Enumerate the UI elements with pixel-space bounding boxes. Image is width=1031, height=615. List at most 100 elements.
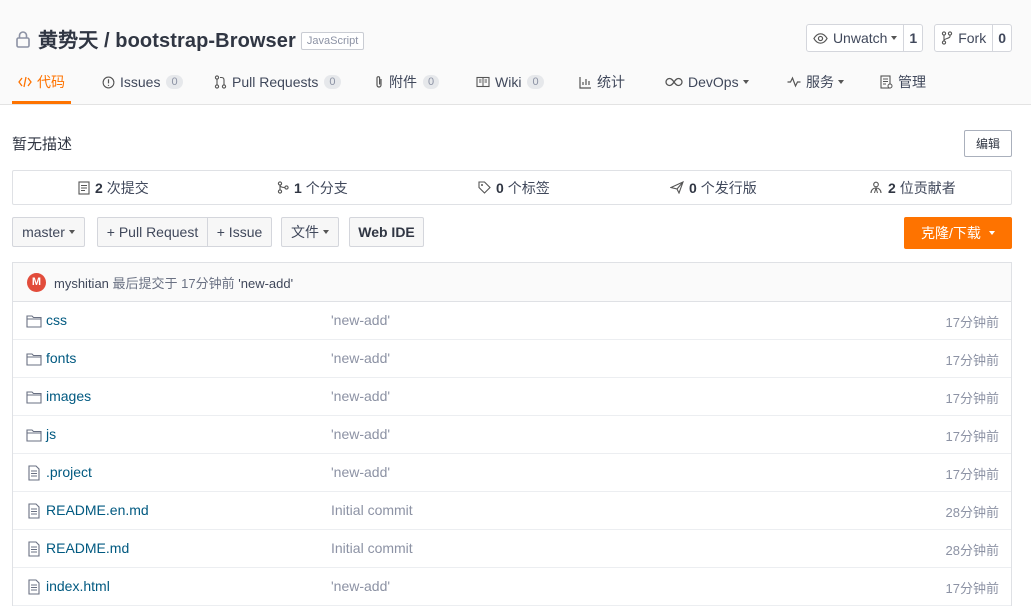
tab-attachments[interactable]: 附件 0 [374, 62, 440, 102]
tab-wiki-label: Wiki [495, 74, 522, 90]
fork-button[interactable]: Fork [935, 25, 992, 51]
file-name-link[interactable]: css [46, 312, 67, 328]
tab-stats[interactable]: 统计 [579, 62, 625, 102]
file-commit-message[interactable]: Initial commit [331, 540, 413, 556]
tab-code-label: 代码 [37, 73, 65, 90]
tab-attachments-label: 附件 [389, 74, 417, 90]
file-icon [26, 503, 42, 519]
file-name-link[interactable]: images [46, 388, 91, 404]
file-commit-message[interactable]: 'new-add' [331, 464, 390, 480]
tab-wiki[interactable]: Wiki 0 [476, 62, 544, 102]
releases-label: 个发行版 [700, 179, 757, 196]
tab-issues-label: Issues [120, 74, 161, 90]
file-commit-time: 28分钟前 [945, 505, 999, 520]
file-row[interactable]: images 'new-add' 17分钟前 [13, 378, 1011, 416]
tab-devops-label: DevOps [688, 74, 739, 90]
edit-button[interactable]: 编辑 [964, 130, 1012, 157]
file-commit-time: 28分钟前 [945, 543, 999, 558]
branch-select[interactable]: master [12, 217, 85, 247]
tab-devops[interactable]: DevOps [665, 62, 749, 102]
web-ide-button[interactable]: Web IDE [349, 217, 424, 247]
contributors-count: 2 [888, 179, 896, 196]
file-row[interactable]: fonts 'new-add' 17分钟前 [13, 340, 1011, 378]
file-commit-time: 17分钟前 [945, 315, 999, 330]
send-icon [670, 181, 684, 194]
file-name-link[interactable]: README.en.md [46, 502, 149, 518]
tab-services[interactable]: 服务 [787, 62, 844, 102]
tab-wiki-count: 0 [527, 75, 544, 89]
file-row[interactable]: index.html 'new-add' 17分钟前 [13, 568, 1011, 606]
commit-doc-icon [78, 180, 90, 195]
fork-count[interactable]: 0 [992, 25, 1011, 51]
tag-icon [478, 181, 491, 194]
chevron-down-icon [68, 230, 75, 234]
tab-code[interactable]: 代码 [12, 62, 71, 104]
tab-manage[interactable]: 管理 [880, 62, 926, 102]
file-name-link[interactable]: README.md [46, 540, 129, 556]
commit-message[interactable]: 'new-add' [238, 276, 293, 291]
tab-issues-count: 0 [166, 75, 183, 89]
file-commit-time: 17分钟前 [945, 581, 999, 596]
file-menu-button[interactable]: 文件 [281, 217, 339, 247]
new-issue-button[interactable]: + Issue [207, 217, 272, 247]
settings-doc-icon [880, 75, 893, 89]
new-pull-request-button[interactable]: + Pull Request [97, 217, 208, 247]
repo-title[interactable]: 黄势天 / bootstrap-Browser [38, 24, 296, 53]
tags-stat[interactable]: 0 个标签 [478, 171, 550, 204]
language-badge[interactable]: JavaScript [300, 31, 365, 50]
file-commit-message[interactable]: 'new-add' [331, 388, 390, 404]
chevron-down-icon [323, 230, 329, 234]
file-row[interactable]: README.md Initial commit 28分钟前 [13, 530, 1011, 568]
commit-author[interactable]: myshitian [54, 276, 109, 291]
tab-issues[interactable]: Issues 0 [102, 62, 183, 102]
chevron-down-icon [891, 36, 898, 40]
commit-time-text: 最后提交于 17分钟前 [112, 275, 235, 291]
tags-label: 个标签 [507, 179, 550, 196]
file-name-link[interactable]: fonts [46, 350, 76, 366]
repo-stats-bar: 2 次提交 1 个分支 0 个标签 0 个发行版 2 位贡献者 [12, 170, 1012, 205]
file-name-link[interactable]: js [46, 426, 56, 442]
issue-icon [102, 76, 115, 88]
file-commit-message[interactable]: 'new-add' [331, 350, 390, 366]
file-commit-message[interactable]: 'new-add' [331, 578, 390, 594]
file-row[interactable]: css 'new-add' 17分钟前 [13, 302, 1011, 340]
file-row[interactable]: .project 'new-add' 17分钟前 [13, 454, 1011, 492]
folder-icon [26, 351, 42, 367]
file-icon [26, 465, 42, 481]
releases-stat[interactable]: 0 个发行版 [670, 171, 757, 204]
avatar[interactable]: M [27, 272, 46, 292]
lock-icon [16, 30, 30, 48]
releases-count: 0 [689, 179, 697, 196]
file-commit-message[interactable]: 'new-add' [331, 426, 390, 442]
clone-download-label: 克隆/下载 [921, 225, 981, 241]
contributors-stat[interactable]: 2 位贡献者 [869, 171, 956, 204]
file-name-link[interactable]: .project [46, 464, 92, 480]
fork-icon [942, 31, 953, 45]
tab-manage-label: 管理 [898, 74, 926, 90]
file-menu-label: 文件 [291, 224, 319, 240]
watch-button[interactable]: Unwatch [807, 25, 903, 51]
file-commit-message[interactable]: Initial commit [331, 502, 413, 518]
tab-stats-label: 统计 [597, 74, 625, 90]
contributors-label: 位贡献者 [899, 179, 956, 196]
repo-toolbar: master + Pull Request + Issue 文件 Web IDE… [12, 217, 1012, 249]
file-name-link[interactable]: index.html [46, 578, 110, 594]
watch-button-group: Unwatch 1 [805, 24, 924, 52]
branches-stat[interactable]: 1 个分支 [277, 171, 348, 204]
chart-icon [579, 76, 591, 89]
tab-pull-requests-count: 0 [324, 75, 341, 89]
repo-actions: Unwatch 1 Fork 0 [805, 24, 1012, 52]
tab-pull-requests[interactable]: Pull Requests 0 [214, 62, 341, 102]
folder-icon [26, 427, 42, 443]
chevron-down-icon [742, 80, 749, 84]
watch-count[interactable]: 1 [903, 25, 922, 51]
file-row[interactable]: js 'new-add' 17分钟前 [13, 416, 1011, 454]
wiki-icon [476, 76, 490, 88]
file-commit-message[interactable]: 'new-add' [331, 312, 390, 328]
file-commit-time: 17分钟前 [945, 467, 999, 482]
clone-download-button[interactable]: 克隆/下载 [904, 217, 1012, 249]
repo-description: 暂无描述 [12, 136, 73, 153]
commits-stat[interactable]: 2 次提交 [78, 171, 149, 204]
tab-services-label: 服务 [806, 74, 834, 90]
file-row[interactable]: README.en.md Initial commit 28分钟前 [13, 492, 1011, 530]
